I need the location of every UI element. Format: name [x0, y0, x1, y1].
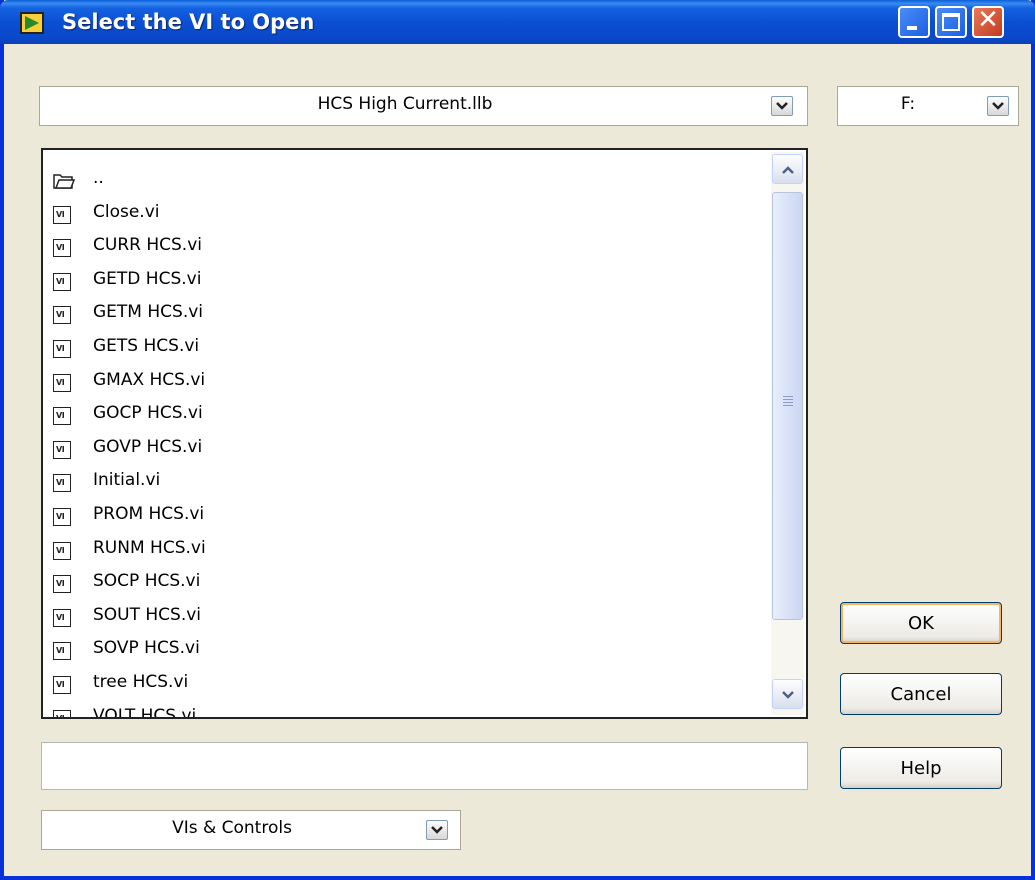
ok-button[interactable]: OK	[840, 602, 1002, 644]
path-combo[interactable]: HCS High Current.llb	[39, 86, 808, 126]
help-button[interactable]: Help	[840, 747, 1002, 789]
vi-file-icon	[53, 239, 71, 258]
close-button[interactable]: ✕	[972, 5, 1004, 38]
vi-file-icon	[53, 575, 71, 594]
vi-file-icon	[53, 373, 71, 392]
vi-file-icon	[53, 508, 71, 526]
title-bar[interactable]: Select the VI to Open ✕	[0, 0, 1035, 44]
list-item-label: ..	[93, 168, 104, 188]
list-item-label: GETM HCS.vi	[93, 302, 204, 323]
chevron-down-icon	[431, 826, 443, 834]
minimize-button[interactable]	[898, 6, 930, 38]
drive-combo[interactable]: F:	[837, 86, 1019, 126]
list-item-label: VOLT HCS.vi	[93, 705, 197, 719]
vi-file-icon	[53, 407, 71, 426]
path-combo-value: HCS High Current.llb	[317, 94, 493, 114]
list-item-label: SOUT HCS.vi	[93, 604, 202, 625]
select-vi-dialog: Select the VI to Open ✕ HCS High Current…	[0, 0, 1035, 880]
file-type-filter-combo[interactable]: VIs & Controls	[41, 810, 461, 850]
filter-dropdown-button[interactable]	[426, 820, 448, 840]
vi-file-icon	[53, 440, 71, 459]
chevron-down-icon	[776, 102, 788, 110]
file-list[interactable]: VOLT HCS.vi tree HCS.vi SOVP HCS.vi SOUT HC…	[41, 148, 808, 719]
vertical-scrollbar[interactable]	[771, 152, 804, 715]
list-item-label: SOCP HCS.vi	[93, 571, 201, 592]
labview-app-icon	[20, 12, 44, 34]
list-item-label: tree HCS.vi	[93, 672, 189, 692]
list-item-label: GOVP HCS.vi	[93, 436, 203, 457]
drive-dropdown-button[interactable]	[987, 96, 1009, 116]
scroll-thumb[interactable]	[772, 192, 803, 620]
window-title: Select the VI to Open	[62, 10, 315, 34]
cancel-button[interactable]: Cancel	[840, 673, 1002, 715]
list-item-label: GOCP HCS.vi	[93, 403, 203, 424]
vi-file-icon	[53, 205, 71, 224]
vi-file-icon	[53, 608, 71, 627]
vi-file-icon	[53, 340, 71, 358]
vi-file-icon	[53, 474, 71, 493]
drive-combo-value: F:	[900, 94, 916, 114]
vi-file-icon	[53, 306, 71, 325]
list-item-label: Close.vi	[93, 201, 160, 222]
filename-input[interactable]	[41, 742, 808, 790]
vi-file-icon	[53, 272, 71, 291]
vi-file-icon	[53, 642, 71, 661]
chevron-down-icon	[992, 102, 1004, 110]
list-item-label: RUNM HCS.vi	[93, 537, 206, 558]
scroll-down-button[interactable]	[772, 679, 803, 709]
list-item-label: SOVP HCS.vi	[93, 638, 200, 659]
maximize-button[interactable]	[935, 6, 967, 38]
scroll-grip-icon	[783, 396, 793, 397]
chevron-up-icon	[782, 166, 794, 174]
vi-file-icon	[53, 676, 71, 694]
scroll-up-button[interactable]	[772, 154, 803, 184]
list-item-label: Initial.vi	[93, 470, 161, 491]
close-icon: ✕	[977, 5, 999, 35]
folder-icon	[53, 172, 76, 190]
path-dropdown-button[interactable]	[771, 96, 793, 116]
chevron-down-icon	[782, 691, 794, 699]
list-item-label: GETD HCS.vi	[93, 268, 202, 289]
vi-file-icon	[53, 541, 71, 560]
list-item-label: GETS HCS.vi	[93, 336, 200, 356]
list-item-label: GMAX HCS.vi	[93, 369, 206, 390]
list-item-label: PROM HCS.vi	[93, 504, 205, 524]
list-item-label: CURR HCS.vi	[93, 235, 202, 256]
vi-file-icon	[53, 709, 71, 717]
file-type-filter-value: VIs & Controls	[172, 818, 292, 838]
